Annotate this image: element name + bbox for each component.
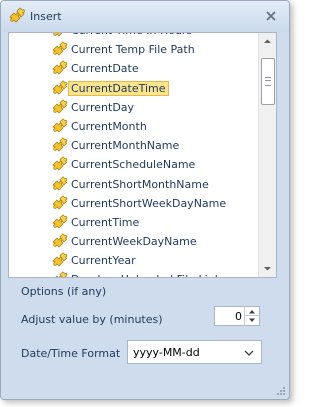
scroll-up-icon[interactable] (259, 33, 276, 50)
date-time-format-label: Date/Time Format (21, 347, 121, 360)
options-header: Options (if any) (21, 285, 107, 298)
variable-list[interactable]: Current Time In Hours Current Temp File P… (8, 32, 277, 278)
variable-list-items: Current Time In Hours Current Temp File P… (9, 33, 259, 277)
list-item-label: CurrentDateTime (68, 80, 169, 96)
list-item-label: CurrentMonthName (71, 139, 180, 153)
puzzle-piece-icon (52, 137, 68, 152)
list-item-label: Current Temp File Path (71, 43, 195, 57)
list-item[interactable]: CurrentDate (9, 59, 259, 78)
list-item-label: CurrentMonth (71, 119, 147, 133)
puzzle-piece-icon (52, 252, 68, 267)
list-item[interactable]: CurrentScheduleName (9, 155, 259, 174)
chevron-down-icon[interactable] (243, 347, 255, 359)
spin-down-icon[interactable] (244, 315, 259, 325)
list-item[interactable]: CurrentShortMonthName (9, 175, 259, 194)
adjust-minutes-value[interactable]: 0 (235, 310, 242, 323)
date-time-format-select[interactable]: yyyy-MM-dd (127, 340, 262, 364)
puzzle-piece-icon (52, 60, 68, 75)
list-item[interactable]: CurrentDateTime (9, 79, 259, 98)
list-item-label: CurrentYear (71, 254, 136, 268)
puzzle-piece-icon (9, 7, 25, 23)
list-item-label: CurrentShortMonthName (71, 177, 209, 191)
vertical-scrollbar[interactable] (258, 33, 276, 277)
list-item-label: Current Time In Hours (71, 33, 192, 37)
date-time-format-value: yyyy-MM-dd (133, 346, 200, 359)
puzzle-piece-icon (52, 195, 68, 210)
list-item-label: CurrentWeekDayName (71, 235, 197, 249)
insert-dialog: Insert Current Time In Hours Current Temp… (0, 0, 290, 400)
scrollbar-thumb[interactable] (261, 58, 275, 105)
list-item[interactable]: Dropbox Uploaded File Link (9, 270, 259, 277)
scroll-down-icon[interactable] (259, 260, 276, 277)
puzzle-piece-icon (52, 175, 68, 190)
list-item-label: Dropbox Uploaded File Link (71, 273, 221, 277)
list-item-label: CurrentScheduleName (71, 158, 196, 172)
list-item[interactable]: CurrentYear (9, 251, 259, 270)
window-title: Insert (30, 10, 62, 23)
adjust-value-label: Adjust value by (minutes) (21, 313, 163, 326)
list-item[interactable]: Current Temp File Path (9, 40, 259, 59)
puzzle-piece-icon (52, 118, 68, 133)
puzzle-piece-icon (52, 156, 68, 171)
list-item[interactable]: CurrentDay (9, 98, 259, 117)
resize-grip-icon[interactable] (276, 386, 286, 396)
puzzle-piece-icon (53, 33, 63, 37)
close-icon[interactable] (263, 8, 279, 24)
puzzle-piece-icon (52, 99, 68, 114)
list-item[interactable]: CurrentMonthName (9, 136, 259, 155)
list-item-label: CurrentShortWeekDayName (71, 196, 227, 210)
list-item-label: CurrentDay (71, 100, 135, 114)
list-item[interactable]: CurrentMonth (9, 117, 259, 136)
list-item-label: CurrentDate (71, 62, 139, 76)
list-item[interactable]: CurrentWeekDayName (9, 232, 259, 251)
puzzle-piece-icon (55, 271, 68, 277)
list-item[interactable]: CurrentTime (9, 213, 259, 232)
title-bar[interactable]: Insert (1, 1, 289, 32)
puzzle-piece-icon (52, 41, 68, 56)
adjust-minutes-spinner[interactable]: 0 (214, 306, 260, 326)
puzzle-piece-icon (52, 214, 68, 229)
list-item[interactable]: CurrentShortWeekDayName (9, 194, 259, 213)
puzzle-piece-icon (52, 79, 68, 95)
list-item[interactable]: Current Time In Hours (9, 33, 259, 40)
list-item-label: CurrentTime (71, 215, 140, 229)
puzzle-piece-icon (52, 233, 68, 248)
